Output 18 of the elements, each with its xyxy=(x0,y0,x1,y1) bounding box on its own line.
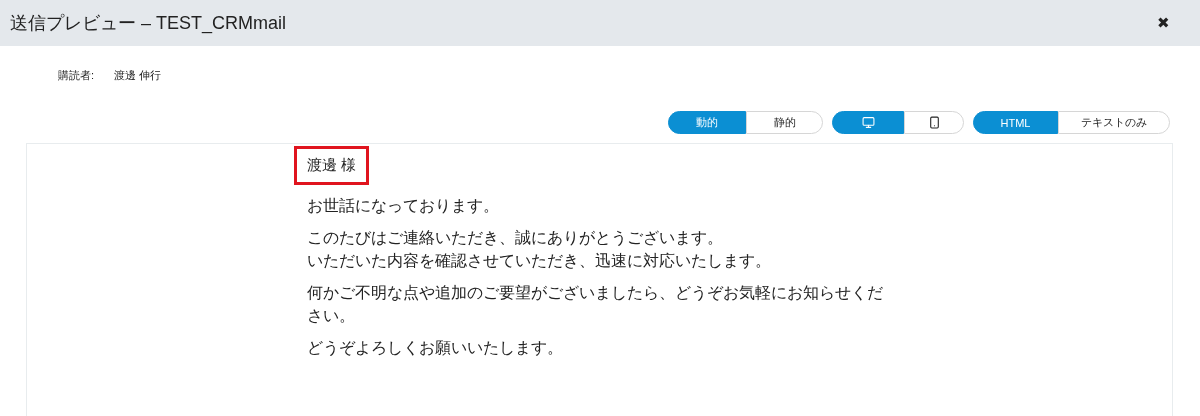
email-text-line: どうぞよろしくお願いいたします。 xyxy=(307,338,564,358)
email-text-line: いただいた内容を確認させていただき、迅速に対応いたします。 xyxy=(307,251,772,271)
window-title: 送信プレビュー – TEST_CRMmail xyxy=(10,12,287,35)
toggle-button[interactable]: 静的 xyxy=(746,111,823,134)
email-text-line: お世話になっております。 xyxy=(307,196,500,216)
toggle-button[interactable]: テキストのみ xyxy=(1058,111,1170,134)
close-button[interactable]: ✖ xyxy=(1157,14,1170,32)
greeting: 渡邊 様 xyxy=(294,146,370,185)
toggle-button[interactable]: HTML xyxy=(973,111,1058,134)
mobile-view-button[interactable] xyxy=(904,111,964,134)
monitor-icon xyxy=(861,116,875,129)
email-text-line: 何かご不明な点や追加のご要望がございましたら、どうぞお気軽にお知らせください。 xyxy=(307,283,884,326)
subscriber-name: 渡邊 伸行 xyxy=(114,68,162,82)
phone-icon xyxy=(927,116,941,129)
email-text-line: このたびはご連絡いただき、誠にありがとうございます。 xyxy=(307,228,724,248)
toggle-button[interactable]: 動的 xyxy=(668,111,746,134)
desktop-view-button[interactable] xyxy=(832,111,904,134)
subscriber-label: 購読者: xyxy=(58,68,95,82)
